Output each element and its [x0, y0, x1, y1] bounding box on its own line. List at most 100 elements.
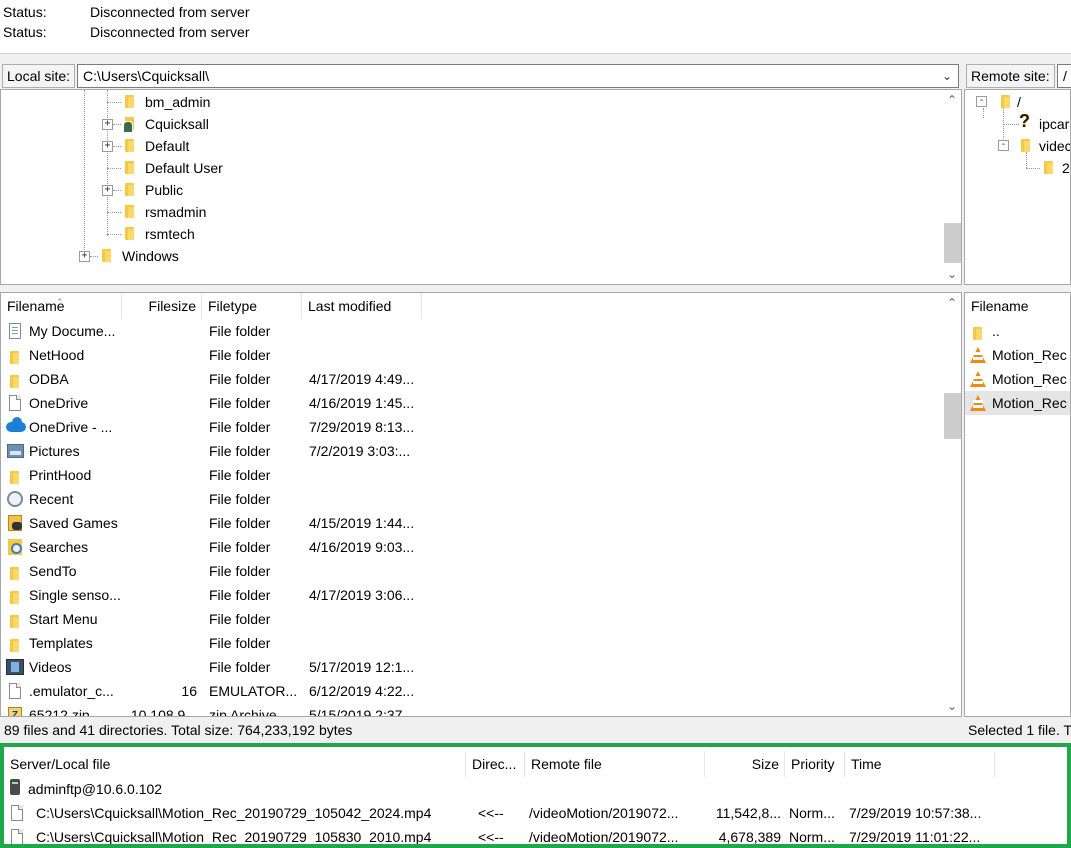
remote-tree-item-ipcar[interactable]: ? ipcar: [1017, 111, 1070, 135]
remote-tree-item-root[interactable]: /: [997, 91, 1070, 113]
column-header-filesize[interactable]: Filesize: [122, 293, 202, 319]
local-directory-tree[interactable]: bm_admin + Cquicksall + Default Default …: [0, 89, 962, 285]
file-list-row[interactable]: My Docume... File folder: [1, 319, 941, 343]
scrollbar-thumb[interactable]: [944, 223, 961, 263]
file-list-row[interactable]: Videos File folder 5/17/2019 12:1...: [1, 655, 941, 679]
tree-item-cquicksall[interactable]: Cquicksall: [121, 113, 321, 135]
file-type: File folder: [209, 539, 271, 555]
file-list-row[interactable]: OneDrive File folder 4/16/2019 1:45...: [1, 391, 941, 415]
file-size: [122, 655, 197, 679]
column-header-label: Filetype: [208, 298, 258, 314]
cloud-icon: [6, 417, 26, 435]
local-list-scrollbar[interactable]: ⌃ ⌄: [943, 293, 961, 716]
column-header-label: Time: [851, 756, 882, 772]
local-file-list[interactable]: Filename ⌃ Filesize Filetype Last modifi…: [0, 292, 962, 717]
file-list-row[interactable]: 65212.zip 10,108,9... zip Archive 5/15/2019…: [1, 703, 941, 717]
queue-file-row[interactable]: C:\Users\Cquicksall\Motion_Rec_20190729_…: [4, 801, 1067, 825]
scrollbar-thumb[interactable]: [944, 393, 961, 439]
file-size: [122, 559, 197, 583]
queue-time: 7/29/2019 10:57:38...: [849, 805, 982, 821]
queue-local-file: C:\Users\Cquicksall\Motion_Rec_20190729_…: [36, 805, 432, 821]
tree-item-default[interactable]: Default: [121, 135, 321, 157]
column-header-server-local-file[interactable]: Server/Local file: [4, 751, 466, 777]
queue-header: Server/Local file Direc... Remote file S…: [4, 751, 1067, 777]
column-header-remote-file[interactable]: Remote file: [525, 751, 705, 777]
local-tree-scrollbar[interactable]: ⌃ ⌄: [943, 90, 961, 284]
server-icon: [10, 779, 20, 795]
file-type: EMULATOR...: [209, 683, 297, 699]
expand-plus-icon[interactable]: +: [79, 251, 90, 262]
remote-directory-tree[interactable]: - / ? ipcar - videc 2: [964, 89, 1071, 285]
file-name: OneDrive - ...: [29, 419, 113, 435]
file-list-row[interactable]: SendTo File folder: [1, 559, 941, 583]
tree-item-windows[interactable]: Windows: [98, 245, 298, 267]
chevron-down-icon[interactable]: ⌄: [942, 65, 952, 87]
tree-item-default-user[interactable]: Default User: [121, 157, 321, 179]
queue-server-row[interactable]: adminftp@10.6.0.102: [4, 777, 1067, 801]
file-type: zip Archive: [209, 707, 277, 717]
column-header-priority[interactable]: Priority: [785, 751, 845, 777]
file-list-row[interactable]: ODBA File folder 4/17/2019 4:49...: [1, 367, 941, 391]
zip-icon-shape: [8, 704, 22, 716]
file-list-row[interactable]: OneDrive - ... File folder 7/29/2019 8:13.…: [1, 415, 941, 439]
pictures-icon-shape: [7, 444, 24, 458]
file-name: ..: [992, 323, 1000, 339]
file-list-row[interactable]: Searches File folder 4/16/2019 9:03...: [1, 535, 941, 559]
local-site-path: C:\Users\Cquicksall\: [83, 68, 210, 84]
remote-file-row[interactable]: Motion_Rec: [965, 391, 1070, 415]
queue-file-row[interactable]: C:\Users\Cquicksall\Motion_Rec_20190729_…: [4, 825, 1067, 844]
file-modified: [309, 487, 421, 511]
scroll-up-arrow-icon[interactable]: ⌃: [943, 91, 961, 109]
folder-icon: [6, 371, 24, 388]
folder-icon: [6, 563, 24, 580]
column-header-filetype[interactable]: Filetype: [202, 293, 302, 319]
expand-plus-icon[interactable]: +: [102, 141, 113, 152]
column-header-time[interactable]: Time: [845, 751, 995, 777]
column-header-direction[interactable]: Direc...: [466, 751, 525, 777]
file-list-row[interactable]: Saved Games File folder 4/15/2019 1:44...: [1, 511, 941, 535]
file-list-row[interactable]: .emulator_c... 16 EMULATOR... 6/12/2019 4:2…: [1, 679, 941, 703]
scroll-down-arrow-icon[interactable]: ⌄: [943, 265, 961, 283]
collapse-minus-icon[interactable]: -: [976, 96, 987, 107]
remote-file-list[interactable]: Filename .. Motion_Rec Motion_Rec Motion_Re…: [964, 292, 1071, 717]
column-header-size[interactable]: Size: [705, 751, 785, 777]
tree-item-bm-admin[interactable]: bm_admin: [121, 91, 321, 113]
remote-tree-item-videc[interactable]: videc: [1017, 135, 1070, 157]
file-type: File folder: [209, 563, 271, 579]
tree-item-public[interactable]: Public: [121, 179, 321, 201]
local-site-path-combo[interactable]: C:\Users\Cquicksall\ ⌄: [77, 64, 959, 88]
remote-file-row[interactable]: ..: [965, 319, 1070, 343]
remote-file-row[interactable]: Motion_Rec: [965, 367, 1070, 391]
file-modified: [309, 607, 421, 631]
remote-tree-item-subfolder[interactable]: 2: [1040, 157, 1070, 179]
column-header-filename[interactable]: Filename ⌃: [1, 293, 122, 319]
column-header-last-modified[interactable]: Last modified: [302, 293, 422, 319]
file-list-row[interactable]: Single senso... File folder 4/17/2019 3:06…: [1, 583, 941, 607]
folder-icon: [6, 347, 24, 364]
expand-plus-icon[interactable]: +: [102, 185, 113, 196]
scroll-up-arrow-icon[interactable]: ⌃: [943, 294, 961, 312]
remote-site-path-combo[interactable]: /: [1057, 64, 1071, 88]
cloud-icon-shape: [6, 417, 26, 432]
transfer-queue[interactable]: Server/Local file Direc... Remote file S…: [0, 743, 1071, 848]
tree-item-rsmadmin[interactable]: rsmadmin: [121, 201, 321, 223]
scroll-down-arrow-icon[interactable]: ⌄: [943, 697, 961, 715]
remote-site-bar: Remote site: /: [964, 61, 1071, 91]
file-list-row[interactable]: PrintHood File folder: [1, 463, 941, 487]
file-type: File folder: [209, 347, 271, 363]
file-name: Pictures: [29, 443, 80, 459]
folder-icon: [6, 467, 24, 484]
file-modified: 4/16/2019 1:45...: [309, 395, 415, 411]
file-list-row[interactable]: Templates File folder: [1, 631, 941, 655]
file-list-row[interactable]: NetHood File folder: [1, 343, 941, 367]
file-list-row[interactable]: Start Menu File folder: [1, 607, 941, 631]
column-header-filename[interactable]: Filename: [965, 293, 1070, 319]
file-list-row[interactable]: Recent File folder: [1, 487, 941, 511]
file-list-row[interactable]: Pictures File folder 7/2/2019 3:03:...: [1, 439, 941, 463]
file-type: File folder: [209, 587, 271, 603]
expand-plus-icon[interactable]: +: [102, 119, 113, 130]
status-log[interactable]: Status: Disconnected from server Status: D…: [0, 0, 1071, 54]
tree-item-rsmtech[interactable]: rsmtech: [121, 223, 321, 245]
collapse-minus-icon[interactable]: -: [998, 140, 1009, 151]
remote-file-row[interactable]: Motion_Rec: [965, 343, 1070, 367]
